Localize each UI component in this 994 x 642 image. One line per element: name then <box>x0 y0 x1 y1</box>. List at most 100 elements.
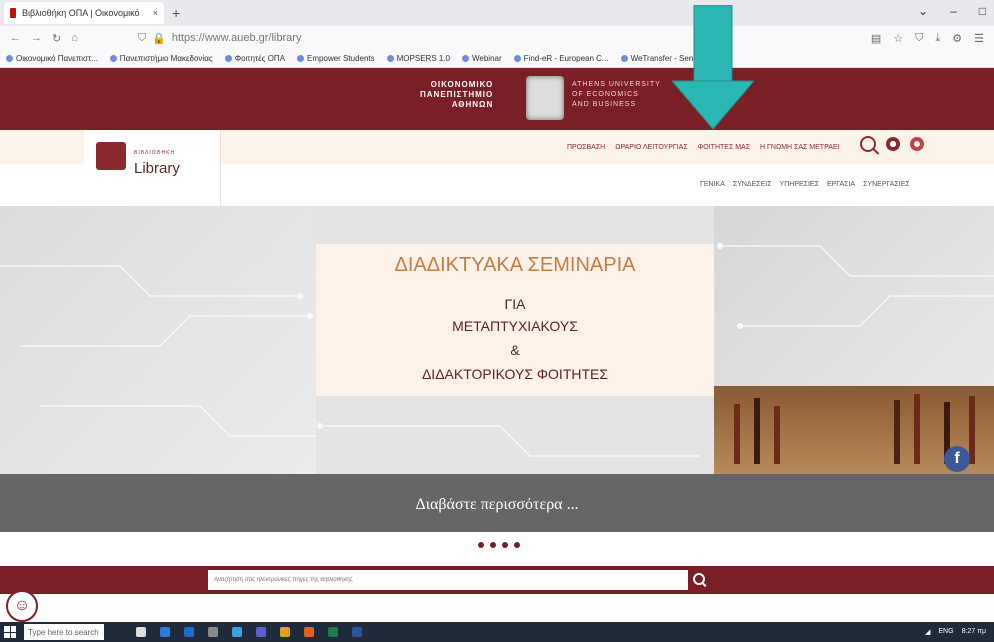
extensions-icon[interactable]: ⚙ <box>952 32 962 45</box>
menu-icon[interactable]: ☰ <box>974 32 984 45</box>
university-header: ΟΙΚΟΝΟΜΙΚΟ ΠΑΝΕΠΙΣΤΗΜΙΟ ΑΘΗΝΩΝ ATHENS UN… <box>0 68 994 130</box>
outlook-icon[interactable] <box>184 627 194 637</box>
browser-tab-bar: Βιβλιοθήκη ΟΠΑ | Οικονομικό × + ⌄ – □ <box>0 0 994 26</box>
library-search-input[interactable] <box>208 570 688 590</box>
reload-icon[interactable]: ↻ <box>52 32 61 45</box>
uk-flag-icon[interactable] <box>910 137 924 151</box>
bookmark-icon <box>386 55 394 62</box>
system-tray: ◢ ENG 8:27 πμ <box>925 628 986 636</box>
bookmark-item[interactable]: MOPSERS 1.0 <box>386 54 450 63</box>
menu-item-hours[interactable]: ΩΡΑΡΙΟ ΛΕΙΤΟΥΡΓΙΑΣ <box>615 144 687 151</box>
library-seal-icon <box>96 142 126 170</box>
browser-tab[interactable]: Βιβλιοθήκη ΟΠΑ | Οικονομικό × <box>4 2 164 24</box>
bookmark-item[interactable]: Πανεπιστήμιο Μακεδονίας <box>109 54 213 63</box>
back-icon[interactable]: ← <box>10 32 21 44</box>
windows-taskbar: Type here to search ◢ ENG 8:27 πμ <box>0 622 994 642</box>
bookmark-item[interactable]: Find-eR - European C... <box>513 54 609 63</box>
slider-dot[interactable] <box>502 542 508 548</box>
seminar-line-postgraduate: ΜΕΤΑΠΤΥΧΙΑΚΟΥΣ <box>452 318 578 334</box>
menu-item-feedback[interactable]: Η ΓΝΩΜΗ ΣΑΣ ΜΕΤΡΑΕΙ <box>760 144 839 151</box>
bookmark-icon <box>6 55 13 62</box>
university-seal-icon <box>526 76 564 120</box>
excel-icon[interactable] <box>328 627 338 637</box>
chrome-icon[interactable] <box>280 627 290 637</box>
network-icon[interactable]: ◢ <box>925 628 930 636</box>
header-icons <box>860 136 924 152</box>
bookmark-item[interactable]: Φοιτητές ΟΠΑ <box>224 54 285 63</box>
bookmark-icon <box>462 55 469 62</box>
home-icon[interactable]: ⌂ <box>71 32 78 44</box>
new-tab-button[interactable]: + <box>172 5 180 21</box>
sub-menu-partnerships[interactable]: ΣΥΝΕΡΓΑΣΙΕΣ <box>863 181 910 188</box>
read-more-link[interactable]: Διαβάστε περισσότερα ... <box>0 496 994 514</box>
seminar-title: ΔΙΑΔΙΚΤΥΑΚΑ ΣΕΜΙΝΑΡΙΑ <box>394 254 636 276</box>
bookmark-icon <box>513 55 521 62</box>
pocket-icon[interactable]: ⛉ <box>915 32 923 45</box>
bookmark-icon <box>109 55 117 62</box>
store-icon[interactable] <box>208 627 218 637</box>
library-name: Library <box>134 160 180 177</box>
slider-dot[interactable] <box>514 542 520 548</box>
annotation-arrow-icon <box>672 5 754 130</box>
url-text: https://www.aueb.gr/library <box>171 32 302 44</box>
maximize-button[interactable]: □ <box>979 4 986 18</box>
sub-menu-work[interactable]: ΕΡΓΑΣΙΑ <box>827 181 855 188</box>
bookmark-item[interactable]: Οικονομικό Πανεπιστ... <box>6 54 98 63</box>
task-view-icon[interactable] <box>136 627 146 637</box>
firefox-icon[interactable] <box>304 627 314 637</box>
download-icon[interactable]: ⤓ <box>935 32 940 45</box>
tab-title: Βιβλιοθήκη ΟΠΑ | Οικονομικό <box>22 8 140 18</box>
accessibility-icon[interactable]: ☺ <box>6 590 38 622</box>
sub-menu: ΓΕΝΙΚΑ ΣΥΝΔΕΣΕΙΣ ΥΠΗΡΕΣΙΕΣ ΕΡΓΑΣΙΑ ΣΥΝΕΡ… <box>700 181 910 188</box>
address-bar[interactable]: ⛉ 🔒 https://www.aueb.gr/library <box>138 32 302 45</box>
library-small-label: ΒΙΒΛΙΟΘΗΚΗ <box>134 150 176 156</box>
taskbar-search-input[interactable]: Type here to search <box>24 624 104 640</box>
seminar-line-and: & <box>510 342 520 358</box>
library-logo[interactable]: ΒΙΒΛΙΟΘΗΚΗ Library <box>84 130 221 206</box>
favicon-icon <box>10 8 16 18</box>
library-search-button[interactable] <box>688 570 712 590</box>
greek-flag-icon[interactable] <box>886 137 900 151</box>
menu-item-students[interactable]: ΦΟΙΤΗΤΕΣ ΜΑΣ <box>698 144 750 151</box>
forward-icon[interactable]: → <box>31 32 42 44</box>
seminar-line-for: ΓΙΑ <box>504 296 526 312</box>
edge-icon[interactable] <box>160 627 170 637</box>
hero-slider[interactable]: ΔΙΑΔΙΚΤΥΑΚΑ ΣΕΜΙΝΑΡΙΑ ΓΙΑ ΜΕΤΑΠΤΥΧΙΑΚΟΥΣ… <box>0 206 994 532</box>
bookmark-star-icon[interactable]: ☆ <box>893 32 903 45</box>
reader-icon[interactable]: ▤ <box>871 32 881 45</box>
top-menu: ΠΡΟΣΒΑΣΗ ΩΡΑΡΙΟ ΛΕΙΤΟΥΡΓΙΑΣ ΦΟΙΤΗΤΕΣ ΜΑΣ… <box>567 144 840 151</box>
bookmark-item[interactable]: Empower Students <box>297 54 375 63</box>
bookmark-icon <box>620 55 628 62</box>
mail-icon[interactable] <box>232 627 242 637</box>
menu-item-access[interactable]: ΠΡΟΣΒΑΣΗ <box>567 144 605 151</box>
bookmark-item[interactable]: Webinar <box>462 54 502 63</box>
search-icon[interactable] <box>860 136 876 152</box>
language-indicator[interactable]: ENG <box>938 628 953 636</box>
close-tab-icon[interactable]: × <box>153 8 158 18</box>
seminar-line-doctoral: ΔΙΔΑΚΤΟΡΙΚΟΥΣ ΦΟΙΤΗΤΕΣ <box>421 366 609 382</box>
clock[interactable]: 8:27 πμ <box>962 628 986 636</box>
lock-icon: 🔒 <box>152 32 166 45</box>
teams-icon[interactable] <box>256 627 266 637</box>
facebook-icon[interactable]: f <box>944 446 970 472</box>
seminar-announcement-panel[interactable]: ΔΙΑΔΙΚΤΥΑΚΑ ΣΕΜΙΝΑΡΙΑ ΓΙΑ ΜΕΤΑΠΤΥΧΙΑΚΟΥΣ… <box>316 244 714 396</box>
taskbar-apps <box>136 627 362 637</box>
university-logo-greek[interactable]: ΟΙΚΟΝΟΜΙΚΟ ΠΑΝΕΠΙΣΤΗΜΙΟ ΑΘΗΝΩΝ <box>420 80 493 110</box>
bookmark-icon <box>224 55 232 62</box>
sub-menu-general[interactable]: ΓΕΝΙΚΑ <box>700 181 725 188</box>
minimize-button[interactable]: – <box>950 4 957 18</box>
slider-dot[interactable] <box>478 542 484 548</box>
university-logo-english: ATHENS UNIVERSITY OF ECONOMICS AND BUSIN… <box>572 81 661 108</box>
windows-start-icon[interactable] <box>4 626 16 638</box>
search-icon <box>693 573 705 585</box>
sub-menu-links[interactable]: ΣΥΝΔΕΣΕΙΣ <box>733 181 772 188</box>
word-icon[interactable] <box>352 627 362 637</box>
browser-nav-bar: ← → ↻ ⌂ ⛉ 🔒 https://www.aueb.gr/library … <box>0 26 994 50</box>
sub-menu-services[interactable]: ΥΠΗΡΕΣΙΕΣ <box>780 181 819 188</box>
slider-dot[interactable] <box>490 542 496 548</box>
shield-icon: ⛉ <box>137 31 147 44</box>
slider-pagination <box>478 542 520 548</box>
bookmarks-bar: Οικονομικό Πανεπιστ... Πανεπιστήμιο Μακε… <box>0 50 994 68</box>
window-controls: ⌄ – □ <box>918 4 986 18</box>
tab-list-button[interactable]: ⌄ <box>918 4 928 18</box>
